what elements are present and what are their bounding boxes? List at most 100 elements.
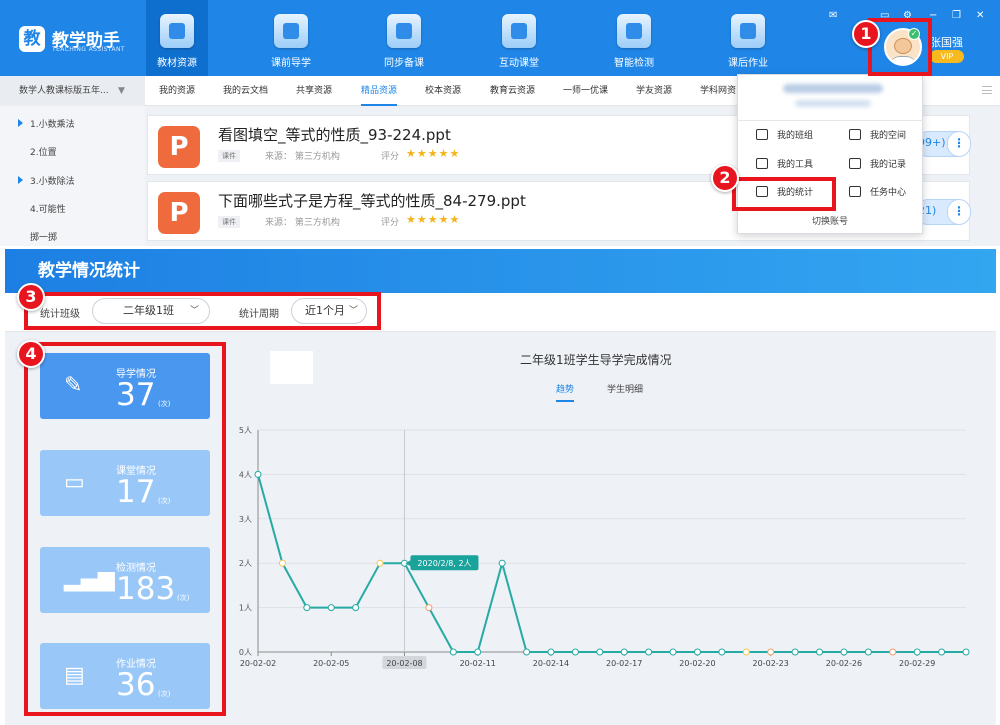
ppt-file-icon: P — [158, 192, 200, 234]
menu-item-my-space[interactable]: 我的空间 — [849, 128, 906, 142]
menu-item-task-center[interactable]: 任务中心 — [849, 185, 906, 199]
outline-item[interactable]: 2.位置 — [30, 145, 57, 158]
data-point — [669, 648, 677, 656]
space-icon — [849, 129, 861, 140]
data-point — [303, 604, 311, 612]
y-tick-label: 1人 — [239, 604, 252, 613]
chart-title: 二年级1班学生导学完成情况 — [520, 353, 672, 367]
nav-interactive-class[interactable]: 互动课堂 — [488, 0, 550, 76]
textbook-selector[interactable]: 数学人教课标版五年... ▼ — [0, 76, 145, 106]
menu-item-label: 我的记录 — [870, 160, 907, 170]
outline-item[interactable]: 4.可能性 — [30, 202, 66, 215]
tab-trend[interactable]: 趋势 — [556, 382, 575, 402]
data-point — [767, 648, 775, 656]
textbook-selector-value: 数学人教课标版五年... — [19, 86, 109, 96]
smart-test-icon — [617, 14, 651, 48]
data-point — [791, 648, 799, 656]
resource-type-tag: 课件 — [218, 216, 240, 228]
resource-rating-label: 评分 — [381, 218, 400, 228]
highlight-box-stat-cards — [24, 342, 226, 716]
highlight-box-my-statistics — [732, 177, 836, 211]
tooltip-text: 2020/2/8, 2人 — [417, 559, 471, 568]
nav-homework[interactable]: 课后作业 — [717, 0, 779, 76]
data-point — [571, 648, 579, 656]
tab-student-detail[interactable]: 学生明细 — [607, 382, 643, 395]
star-rating-icon: ★★★★★ — [406, 147, 461, 160]
nav-label: 教材资源 — [157, 58, 197, 69]
x-tick-label: 20-02-02 — [240, 659, 276, 668]
data-point — [693, 648, 701, 656]
data-point — [938, 648, 946, 656]
more-options-icon[interactable]: ⋮ — [947, 199, 971, 225]
data-point — [962, 648, 970, 656]
nav-label: 智能检测 — [614, 58, 654, 69]
tab-edu-cloud-resources[interactable]: 教育云资源 — [490, 76, 535, 106]
expand-arrow-icon[interactable] — [18, 176, 23, 184]
interactive-class-icon — [502, 14, 536, 48]
menu-item-my-records[interactable]: 我的记录 — [849, 157, 906, 171]
menu-item-label: 我的班组 — [777, 131, 814, 141]
mail-icon[interactable]: ✉ — [829, 10, 837, 22]
switch-account-button[interactable]: 切换账号 — [737, 214, 923, 227]
x-tick-label: 20-02-17 — [606, 659, 642, 668]
resource-title[interactable]: 看图填空_等式的性质_93-224.ppt — [218, 124, 451, 145]
resource-source: 来源： 第三方机构 — [265, 152, 340, 162]
nav-smart-test[interactable]: 智能检测 — [603, 0, 665, 76]
star-rating-icon: ★★★★★ — [406, 213, 461, 226]
outline-item[interactable]: 3.小数除法 — [30, 174, 75, 187]
data-point — [620, 648, 628, 656]
outline-item[interactable]: 1.小数乘法 — [30, 117, 75, 130]
outline-item[interactable]: 掷一掷 — [30, 230, 57, 243]
menu-item-label: 任务中心 — [870, 188, 907, 198]
tab-my-cloud-docs[interactable]: 我的云文档 — [223, 76, 268, 106]
tab-my-resources[interactable]: 我的资源 — [159, 76, 195, 106]
x-tick-label: 20-02-05 — [313, 659, 349, 668]
tab-premium-resources[interactable]: 精品资源 — [361, 76, 398, 106]
expand-arrow-icon[interactable] — [18, 119, 23, 127]
tab-shared-resources[interactable]: 共享资源 — [296, 76, 332, 106]
data-point — [278, 559, 286, 567]
app-subtitle: TEACHING ASSISTANT — [52, 46, 125, 53]
blurred-account-info — [795, 100, 871, 107]
tab-zxxk-resources[interactable]: 学科网资 — [700, 76, 736, 106]
y-tick-label: 0人 — [239, 648, 252, 657]
homework-icon — [731, 14, 765, 48]
x-tick-label: 20-02-23 — [753, 659, 789, 668]
menu-item-my-groups[interactable]: 我的班组 — [756, 128, 813, 142]
resource-action-pill[interactable]: 21) ⋮ — [915, 199, 971, 225]
data-point — [327, 604, 335, 612]
nav-pre-class-guide[interactable]: 课前导学 — [260, 0, 322, 76]
blank-placeholder — [270, 351, 313, 384]
restore-icon[interactable]: ❐ — [952, 10, 961, 22]
y-tick-label: 4人 — [239, 470, 252, 479]
nav-lesson-prep[interactable]: 同步备课 — [373, 0, 435, 76]
nav-textbook-resources[interactable]: 教材资源 — [146, 0, 208, 76]
menu-item-my-tools[interactable]: 我的工具 — [756, 157, 813, 171]
user-name[interactable]: 张国强 — [930, 34, 963, 50]
data-point — [913, 648, 921, 656]
resource-title[interactable]: 下面哪些式子是方程_等式的性质_84-279.ppt — [218, 190, 526, 211]
stats-header — [5, 249, 996, 293]
tab-peer-resources[interactable]: 学友资源 — [636, 76, 672, 106]
data-point — [254, 470, 262, 478]
tool-icon — [756, 158, 768, 169]
page-title: 教学情况统计 — [38, 261, 140, 281]
ppt-file-icon: P — [158, 126, 200, 168]
close-icon[interactable]: ✕ — [976, 10, 984, 22]
tab-school-resources[interactable]: 校本资源 — [425, 76, 461, 106]
menu-icon[interactable] — [982, 86, 992, 94]
nav-label: 课前导学 — [271, 58, 311, 69]
step-badge-2: 2 — [711, 164, 739, 192]
y-tick-label: 3人 — [239, 515, 252, 524]
y-tick-label: 2人 — [239, 559, 252, 568]
step-badge-4: 4 — [17, 340, 45, 368]
nav-label: 互动课堂 — [499, 58, 539, 69]
blurred-account-name — [783, 84, 883, 93]
more-options-icon[interactable]: ⋮ — [947, 131, 971, 157]
task-icon — [849, 186, 861, 197]
data-point — [547, 648, 555, 656]
resource-action-pill[interactable]: 99+) ⋮ — [915, 131, 971, 157]
tab-excellent-lessons[interactable]: 一师一优课 — [563, 76, 608, 106]
nav-label: 同步备课 — [384, 58, 424, 69]
data-point — [645, 648, 653, 656]
